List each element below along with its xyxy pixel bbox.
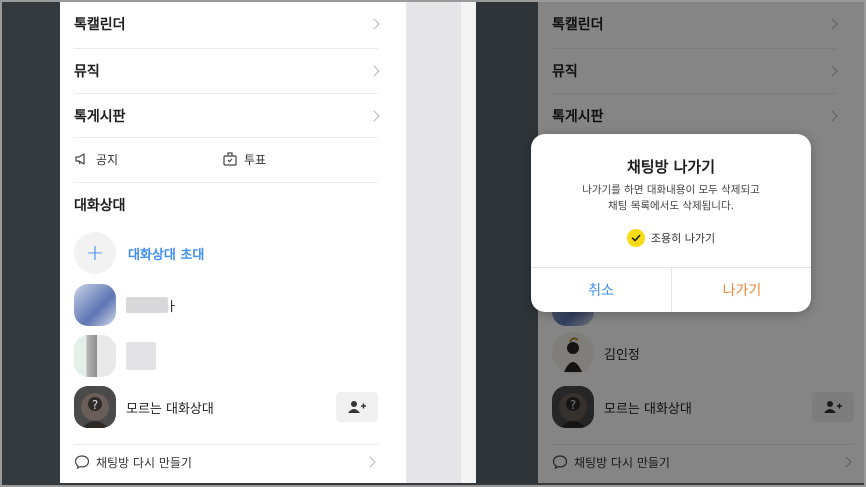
dialog-message: 나가기를 하면 대화내용이 모두 삭제되고 채팅 목록에서도 삭제됩니다. — [531, 182, 811, 214]
add-person-icon — [348, 401, 366, 413]
menu-item-talk-calendar[interactable]: 톡캘린더 — [60, 2, 406, 46]
recreate-chatroom-row[interactable]: 채팅방 다시 만들기 — [60, 452, 406, 472]
invite-label: 대화상대 초대 — [128, 247, 205, 263]
invite-contact-button[interactable]: + 대화상대 초대 — [60, 232, 406, 274]
chatroom-drawer-left: 톡캘린더 뮤직 톡게시판 공지 투표 대화상대 + 대화상대 초대 ㅏ ? 모르… — [60, 2, 406, 483]
cancel-button[interactable]: 취소 — [531, 268, 671, 312]
add-friend-button[interactable] — [336, 392, 378, 422]
menu-item-label: 톡게시판 — [74, 109, 126, 125]
checkmark-icon — [626, 229, 645, 247]
section-title: 대화상대 — [74, 198, 126, 214]
menu-item-label: 뮤직 — [74, 64, 100, 80]
ballot-box-icon — [223, 152, 237, 166]
background-strip — [461, 2, 476, 483]
contact-name: 모르는 대화상대 — [126, 401, 214, 417]
divider — [74, 444, 378, 445]
unknown-avatar: ? — [74, 386, 116, 428]
menu-item-music[interactable]: 뮤직 — [60, 49, 406, 93]
avatar — [74, 335, 116, 377]
checkbox-label: 조용히 나가기 — [650, 232, 716, 245]
chevron-right-icon — [368, 18, 380, 30]
dialog-title: 채팅방 나가기 — [626, 158, 716, 176]
chevron-right-icon — [368, 110, 380, 122]
contact-row-blurred-2[interactable] — [60, 335, 406, 377]
megaphone-icon — [75, 153, 85, 165]
chevron-right-icon — [364, 456, 376, 468]
notice-button[interactable]: 공지 — [74, 151, 118, 168]
contact-row-unknown[interactable]: ? 모르는 대화상대 — [60, 386, 406, 428]
vote-label: 투표 — [244, 152, 267, 167]
blurred-name — [126, 297, 168, 313]
chevron-right-icon — [368, 65, 380, 77]
menu-item-label: 톡캘린더 — [74, 17, 126, 33]
vote-button[interactable]: 투표 — [222, 151, 266, 168]
background-strip — [406, 2, 461, 483]
menu-item-talk-board[interactable]: 톡게시판 — [60, 94, 406, 138]
contact-row-blurred-1[interactable]: ㅏ — [60, 284, 406, 326]
notice-label: 공지 — [96, 152, 119, 167]
quiet-leave-checkbox[interactable]: 조용히 나가기 — [531, 229, 811, 247]
background-strip — [476, 2, 538, 483]
dialog-message-line: 나가기를 하면 대화내용이 모두 삭제되고 — [582, 184, 760, 196]
leave-button[interactable]: 나가기 — [672, 268, 811, 312]
blurred-name — [126, 342, 156, 370]
plus-icon: + — [74, 232, 116, 274]
silhouette-question-icon: ? — [81, 393, 109, 428]
divider — [74, 137, 378, 138]
speech-bubble-icon — [74, 455, 90, 470]
avatar — [74, 284, 116, 326]
dialog-message-line: 채팅 목록에서도 삭제됩니다. — [608, 200, 734, 212]
section-header: 대화상대 — [60, 195, 406, 215]
divider — [74, 182, 378, 183]
leave-chatroom-dialog: 채팅방 나가기 나가기를 하면 대화내용이 모두 삭제되고 채팅 목록에서도 삭… — [531, 134, 811, 312]
contact-name-fragment: ㅏ — [166, 299, 178, 315]
notice-vote-row: 공지 투표 — [60, 139, 406, 179]
recreate-label: 채팅방 다시 만들기 — [96, 455, 192, 470]
svg-text:?: ? — [92, 398, 98, 412]
